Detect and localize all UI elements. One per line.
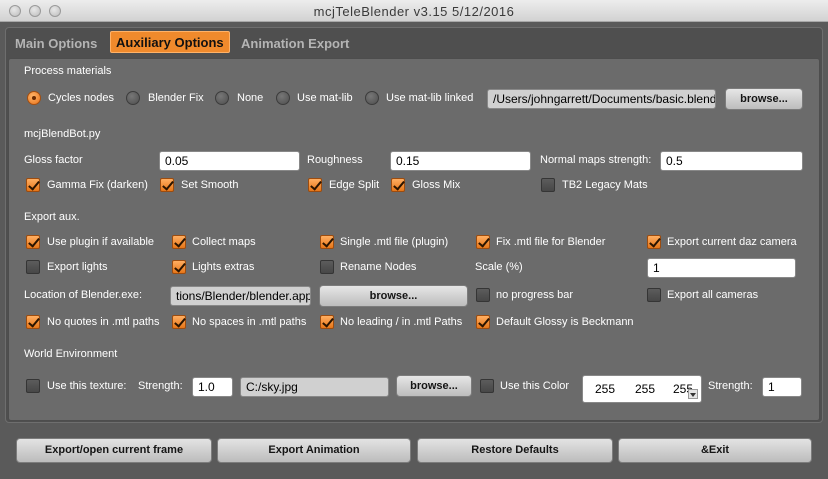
world-environment-header: World Environment — [24, 348, 118, 360]
rename-nodes-checkbox[interactable] — [320, 260, 334, 274]
tb2-legacy-mats-label: TB2 Legacy Mats — [562, 179, 648, 191]
single-mtl-checkbox[interactable] — [320, 235, 334, 249]
gloss-mix-label: Gloss Mix — [412, 179, 461, 191]
scale-input[interactable]: 1 — [647, 258, 796, 278]
default-glossy-beckmann-label: Default Glossy is Beckmann — [496, 316, 634, 328]
export-lights-checkbox[interactable] — [26, 260, 40, 274]
no-spaces-checkbox[interactable] — [172, 315, 186, 329]
roughness-input[interactable]: 0.15 — [390, 151, 531, 171]
default-glossy-beckmann-checkbox[interactable] — [476, 315, 490, 329]
roughness-label: Roughness — [307, 154, 363, 166]
export-daz-camera-label: Export current daz camera — [667, 236, 797, 248]
blender-location-browse-button[interactable]: browse... — [319, 285, 468, 307]
blendbot-header: mcjBlendBot.py — [24, 128, 101, 140]
fix-mtl-label: Fix .mtl file for Blender — [496, 236, 606, 248]
radio-use-mat-lib-label: Use mat-lib — [297, 92, 353, 104]
color-strength-input[interactable]: 1 — [762, 377, 802, 397]
collect-maps-label: Collect maps — [192, 236, 256, 248]
no-leading-slash-checkbox[interactable] — [320, 315, 334, 329]
normal-maps-strength-label: Normal maps strength: — [540, 154, 652, 166]
export-aux-header: Export aux. — [24, 211, 80, 223]
lights-extras-label: Lights extras — [192, 261, 255, 273]
tab-animation-export[interactable]: Animation Export — [241, 33, 349, 55]
gloss-factor-label: Gloss factor — [24, 154, 83, 166]
restore-defaults-button[interactable]: Restore Defaults — [417, 438, 613, 463]
color-red-value: 255 — [595, 382, 616, 396]
edge-split-checkbox[interactable] — [308, 178, 322, 192]
color-strength-label: Strength: — [708, 380, 753, 392]
export-all-cameras-checkbox[interactable] — [647, 288, 661, 302]
export-animation-button[interactable]: Export Animation — [217, 438, 411, 463]
no-leading-slash-label: No leading / in .mtl Paths — [340, 316, 463, 328]
tab-auxiliary-options[interactable]: Auxiliary Options — [110, 31, 230, 53]
use-plugin-label: Use plugin if available — [47, 236, 155, 248]
tab-main-options[interactable]: Main Options — [15, 33, 97, 55]
edge-split-label: Edge Split — [329, 179, 380, 191]
collect-maps-checkbox[interactable] — [172, 235, 186, 249]
texture-browse-button[interactable]: browse... — [396, 375, 472, 397]
mat-lib-browse-button[interactable]: browse... — [725, 88, 803, 110]
window-title: mcjTeleBlender v3.15 5/12/2016 — [313, 4, 515, 19]
radio-none-label: None — [237, 92, 264, 104]
use-plugin-checkbox[interactable] — [26, 235, 40, 249]
mat-lib-path-field[interactable]: /Users/johngarrett/Documents/basic.blend — [487, 89, 716, 109]
radio-use-mat-lib-linked-label: Use mat-lib linked — [386, 92, 474, 104]
export-all-cameras-label: Export all cameras — [667, 289, 759, 301]
radio-none[interactable] — [215, 91, 229, 105]
set-smooth-label: Set Smooth — [181, 179, 239, 191]
use-texture-label: Use this texture: — [47, 380, 127, 392]
blender-location-field[interactable]: tions/Blender/blender.app — [170, 286, 311, 306]
rename-nodes-label: Rename Nodes — [340, 261, 417, 273]
no-progress-bar-checkbox[interactable] — [476, 288, 490, 302]
no-progress-bar-label: no progress bar — [496, 289, 574, 301]
use-color-label: Use this Color — [500, 380, 570, 392]
lights-extras-checkbox[interactable] — [172, 260, 186, 274]
exit-button[interactable]: &Exit — [618, 438, 812, 463]
set-smooth-checkbox[interactable] — [160, 178, 174, 192]
radio-use-mat-lib-linked[interactable] — [365, 91, 379, 105]
radio-blender-fix[interactable] — [126, 91, 140, 105]
use-texture-checkbox[interactable] — [26, 379, 40, 393]
texture-strength-input[interactable]: 1.0 — [192, 377, 233, 397]
gloss-mix-checkbox[interactable] — [391, 178, 405, 192]
export-lights-label: Export lights — [47, 261, 108, 273]
radio-use-mat-lib[interactable] — [276, 91, 290, 105]
color-picker[interactable]: 255 255 255 — [582, 375, 702, 403]
normal-maps-strength-input[interactable]: 0.5 — [660, 151, 803, 171]
chevron-down-icon[interactable] — [688, 389, 698, 399]
radio-cycles-nodes[interactable] — [27, 91, 41, 105]
export-current-frame-button[interactable]: Export/open current frame — [16, 438, 212, 463]
no-quotes-checkbox[interactable] — [26, 315, 40, 329]
gloss-factor-input[interactable]: 0.05 — [159, 151, 300, 171]
color-green-value: 255 — [635, 382, 656, 396]
no-spaces-label: No spaces in .mtl paths — [192, 316, 307, 328]
scale-label: Scale (%) — [475, 261, 523, 273]
fix-mtl-checkbox[interactable] — [476, 235, 490, 249]
radio-cycles-nodes-label: Cycles nodes — [48, 92, 115, 104]
gamma-fix-checkbox[interactable] — [26, 178, 40, 192]
process-materials-header: Process materials — [24, 65, 112, 77]
texture-path-field[interactable]: C:/sky.jpg — [240, 377, 389, 397]
export-daz-camera-checkbox[interactable] — [647, 235, 661, 249]
gamma-fix-label: Gamma Fix (darken) — [47, 179, 148, 191]
blender-location-label: Location of Blender.exe: — [24, 289, 143, 301]
radio-blender-fix-label: Blender Fix — [148, 92, 204, 104]
texture-strength-label: Strength: — [138, 380, 183, 392]
title-bar: mcjTeleBlender v3.15 5/12/2016 — [0, 0, 828, 22]
single-mtl-label: Single .mtl file (plugin) — [340, 236, 449, 248]
tb2-legacy-mats-checkbox[interactable] — [541, 178, 555, 192]
no-quotes-label: No quotes in .mtl paths — [47, 316, 160, 328]
use-color-checkbox[interactable] — [480, 379, 494, 393]
